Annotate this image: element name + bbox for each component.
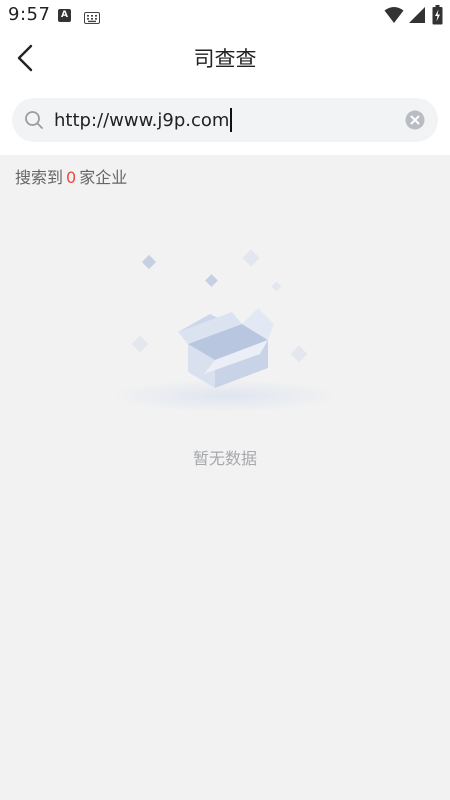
page-title: 司查查 <box>193 47 257 71</box>
signal-icon <box>408 6 426 28</box>
search-area <box>0 86 450 155</box>
app-header: 司查查 <box>0 30 450 86</box>
result-suffix: 家企业 <box>79 168 128 187</box>
search-icon <box>24 110 44 134</box>
battery-charging-icon <box>432 5 443 29</box>
result-count-number: 0 <box>66 168 77 187</box>
search-input[interactable] <box>54 107 394 133</box>
result-prefix: 搜索到 <box>15 168 64 187</box>
text-cursor <box>230 108 232 132</box>
result-count: 搜索到 0 家企业 <box>15 164 127 188</box>
clear-button[interactable] <box>405 110 425 130</box>
keyboard-icon <box>84 9 100 28</box>
status-time: 9:57 <box>8 4 51 25</box>
empty-box-icon <box>100 244 350 418</box>
status-bar: 9:57 A <box>0 0 450 30</box>
clear-icon <box>405 110 425 130</box>
empty-state-message: 暂无数据 <box>192 449 257 468</box>
wifi-icon <box>384 6 404 28</box>
a-notification-icon: A <box>58 9 71 22</box>
search-box[interactable] <box>12 98 438 142</box>
